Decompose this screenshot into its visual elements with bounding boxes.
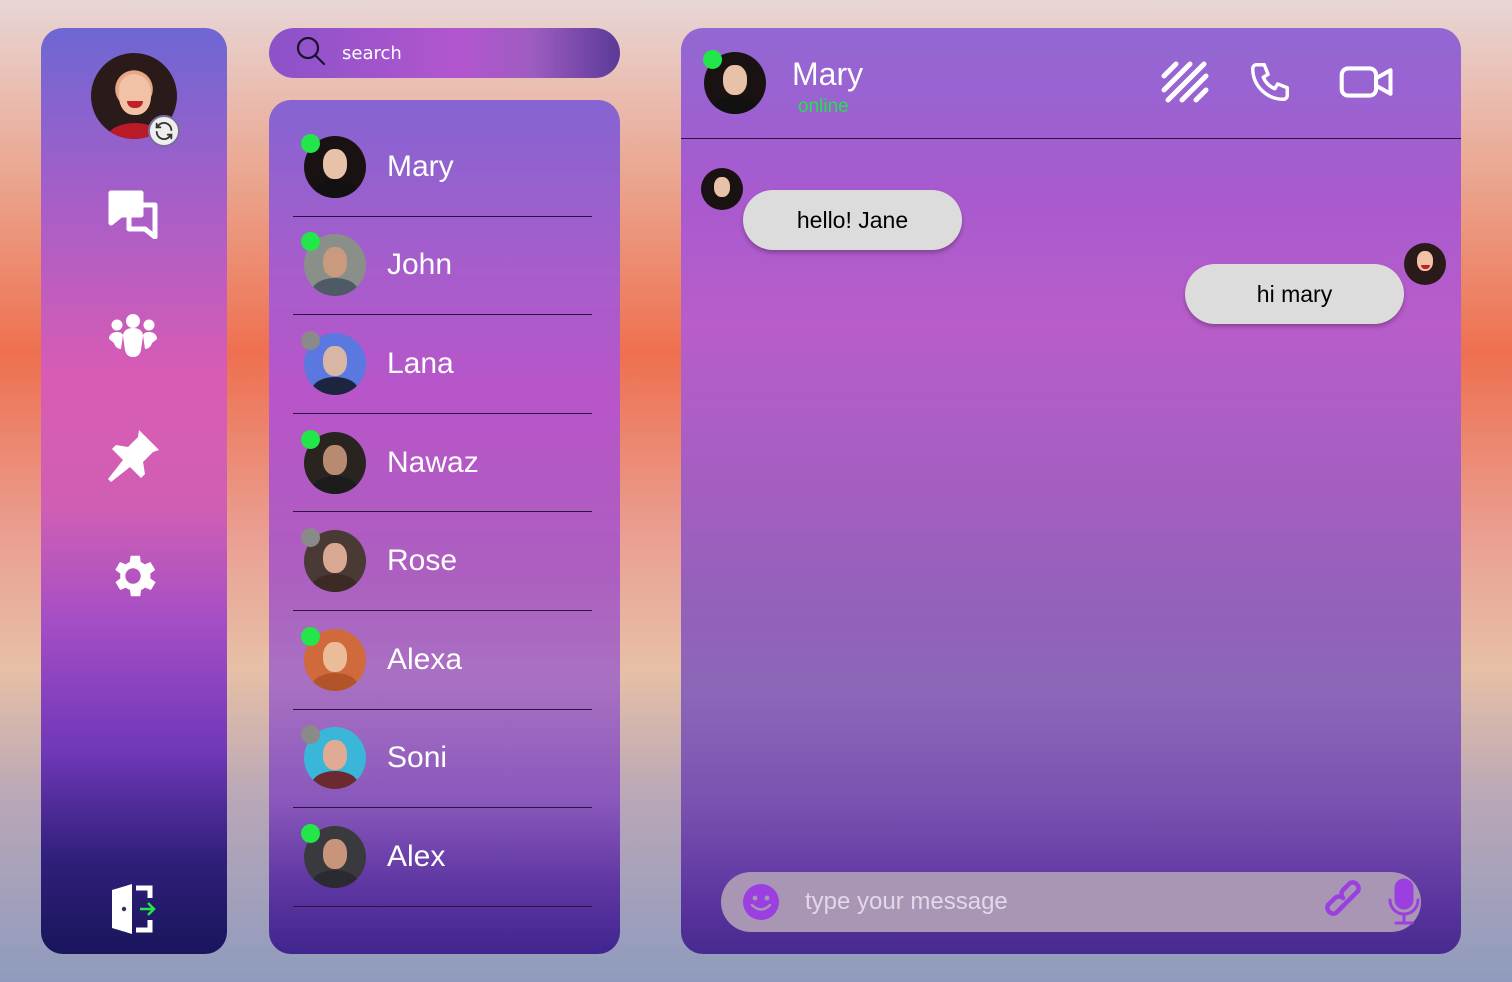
contact-item-rose[interactable]: Rose [293,512,592,611]
contact-name: Alexa [387,642,463,676]
message-sender-avatar [701,168,743,210]
contact-item-nawaz[interactable]: Nawaz [293,414,592,513]
chat-bubbles-icon[interactable] [103,184,163,244]
avatar [301,232,366,297]
chat-contact-status: online [798,96,849,117]
avatar [301,823,366,888]
contact-item-john[interactable]: John [293,217,592,316]
logout-icon[interactable] [103,879,163,939]
contact-list: Mary John Lana Nawaz Rose Alexa Soni Ale… [269,100,620,954]
contact-name: Alex [387,839,446,873]
chat-panel: Mary online hello! Jane hi mary [681,28,1461,954]
message-bubble-sent: hi mary [1185,264,1404,324]
contact-name: Nawaz [387,445,479,479]
microphone-icon[interactable] [1387,878,1421,926]
avatar [301,528,366,593]
online-status-dot [301,429,320,449]
chat-contact-avatar[interactable] [703,50,766,114]
message-composer [721,872,1421,932]
offline-status-dot [301,330,320,350]
contact-name: Soni [387,741,448,775]
message-sender-avatar [1404,243,1446,285]
emoji-icon[interactable] [741,882,781,922]
online-status-dot [301,133,320,153]
search-bar[interactable] [269,28,620,78]
contact-item-alex[interactable]: Alex [293,808,592,907]
pattern-icon[interactable] [1157,58,1213,106]
contact-name: Lana [387,346,454,380]
chat-header: Mary online [681,28,1461,139]
contact-item-soni[interactable]: Soni [293,710,592,809]
contact-name: Rose [387,544,458,578]
search-icon [296,36,326,70]
search-input[interactable] [342,42,602,64]
online-status-dot [301,626,320,646]
contact-item-mary[interactable]: Mary [293,118,592,217]
avatar [301,429,366,494]
contact-item-lana[interactable]: Lana [293,315,592,414]
online-status-dot [703,50,722,69]
avatar [301,133,366,198]
contact-name: John [387,248,453,282]
sidebar-rail [41,28,227,954]
message-input[interactable] [805,888,1229,916]
avatar [301,725,366,790]
contact-item-alexa[interactable]: Alexa [293,611,592,710]
pin-icon[interactable] [103,426,163,486]
contact-name: Mary [387,149,454,183]
gear-icon[interactable] [103,546,163,606]
online-status-dot [301,823,320,843]
message-bubble-received: hello! Jane [743,190,962,250]
phone-icon[interactable] [1242,58,1298,106]
attachment-link-icon[interactable] [1325,880,1369,924]
avatar [301,330,366,395]
group-icon[interactable] [103,305,163,365]
avatar [301,626,366,691]
chat-contact-name: Mary [792,56,864,92]
video-call-icon[interactable] [1339,58,1395,106]
sync-icon[interactable] [148,115,180,147]
